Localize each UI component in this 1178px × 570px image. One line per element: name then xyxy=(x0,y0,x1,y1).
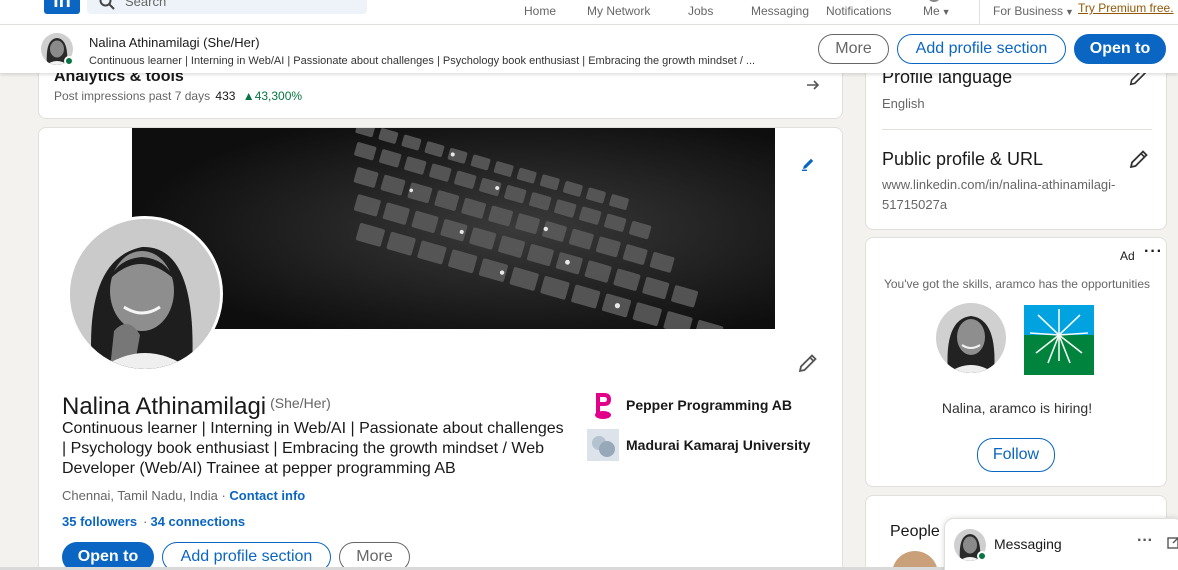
network-stats: 35 followers · 34 connections xyxy=(62,514,246,529)
nav-jobs[interactable]: Jobs xyxy=(688,4,713,18)
edit-url-icon[interactable] xyxy=(1128,148,1150,170)
education-org-name: Madurai Kamaraj University xyxy=(626,437,811,453)
profile-settings-card: Profile language English Public profile … xyxy=(865,62,1167,230)
nav-me-label: Me xyxy=(923,4,940,18)
more-button[interactable]: More xyxy=(339,542,410,570)
aramco-logo-icon[interactable] xyxy=(1024,305,1094,375)
pepper-logo-icon xyxy=(587,389,619,421)
search-placeholder: Search xyxy=(125,0,167,9)
follow-button[interactable]: Follow xyxy=(977,438,1055,472)
chevron-down-icon: ▼ xyxy=(941,7,951,17)
more-options-icon[interactable]: ··· xyxy=(1137,532,1153,550)
more-button[interactable]: More xyxy=(818,34,889,64)
global-nav: in Search Home My Network Jobs Messaging… xyxy=(0,0,1178,24)
open-to-button[interactable]: Open to xyxy=(62,542,154,570)
messaging-bar[interactable]: Messaging ··· xyxy=(944,518,1178,570)
location-text: Chennai, Tamil Nadu, India xyxy=(62,488,218,503)
divider xyxy=(882,129,1152,130)
followers-link[interactable]: 35 followers xyxy=(62,514,137,529)
ad-label: Ad xyxy=(1120,249,1135,263)
profile-card: Nalina Athinamilagi (She/Her) Continuous … xyxy=(38,127,843,570)
search-icon xyxy=(99,0,115,10)
nav-divider xyxy=(979,0,980,24)
public-profile-title: Public profile & URL xyxy=(882,149,1044,169)
nav-me[interactable]: Me ▼ xyxy=(923,0,951,18)
trend-up-icon: ▲ xyxy=(242,89,255,103)
impressions-change-value: 43,300% xyxy=(254,89,303,103)
ad-card: Ad ··· You've got the skills, aramco has… xyxy=(865,237,1167,487)
messaging-title: Messaging xyxy=(994,536,1062,552)
sticky-name: Nalina Athinamilagi (She/Her) xyxy=(89,35,260,50)
profile-banner[interactable] xyxy=(132,128,775,329)
search-bar[interactable]: Search xyxy=(87,0,367,14)
post-impressions[interactable]: Post impressions past 7 days 433 ▲43,300… xyxy=(54,89,302,103)
profile-photo[interactable] xyxy=(67,216,223,372)
sticky-headline: Continuous learner | Interning in Web/AI… xyxy=(89,55,756,67)
people-title: People xyxy=(890,523,940,540)
online-status-icon xyxy=(977,551,987,561)
avatar xyxy=(936,303,1006,373)
experience-org-name: Pepper Programming AB xyxy=(626,397,792,413)
ad-message: Nalina, aramco is hiring! xyxy=(941,400,1093,416)
nav-messaging[interactable]: Messaging xyxy=(751,4,809,18)
chevron-down-icon: ▼ xyxy=(1065,7,1074,17)
online-status-icon xyxy=(64,56,74,66)
connections-link[interactable]: 34 connections xyxy=(150,514,245,529)
public-profile-url[interactable]: www.linkedin.com/in/nalina-athinamilagi-… xyxy=(882,175,1154,215)
impressions-label: Post impressions past 7 days xyxy=(54,89,211,103)
contact-info-link[interactable]: Contact info xyxy=(229,488,305,503)
nav-for-business[interactable]: For Business ▼ xyxy=(993,4,1074,18)
impressions-change: ▲43,300% xyxy=(243,89,302,103)
nav-for-business-label: For Business xyxy=(993,4,1064,18)
pronouns: (She/Her) xyxy=(270,395,331,411)
open-to-button[interactable]: Open to xyxy=(1074,34,1166,64)
arrow-right-icon[interactable] xyxy=(805,77,821,93)
impressions-count: 433 xyxy=(215,89,236,103)
profile-name-text: Nalina Athinamilagi xyxy=(62,393,267,420)
linkedin-logo[interactable]: in xyxy=(44,0,80,14)
add-profile-section-button[interactable]: Add profile section xyxy=(897,34,1066,64)
edit-banner-icon[interactable] xyxy=(800,156,816,172)
ad-tagline: You've got the skills, aramco has the op… xyxy=(883,277,1150,291)
edit-intro-icon[interactable] xyxy=(797,352,819,374)
add-profile-section-button[interactable]: Add profile section xyxy=(162,542,331,570)
sticky-profile-header: Nalina Athinamilagi (She/Her) Continuous… xyxy=(0,24,1178,73)
compose-icon[interactable] xyxy=(1167,535,1178,549)
nav-notifications[interactable]: Notifications xyxy=(826,4,891,18)
more-options-icon[interactable]: ··· xyxy=(1144,243,1163,261)
try-premium-link[interactable]: Try Premium free. xyxy=(1078,1,1174,15)
profile-location: Chennai, Tamil Nadu, India · Contact inf… xyxy=(62,488,306,503)
profile-name: Nalina Athinamilagi (She/Her) xyxy=(62,393,331,421)
profile-headline: Continuous learner | Interning in Web/AI… xyxy=(62,420,564,477)
profile-language-value: English xyxy=(882,96,925,111)
nav-home[interactable]: Home xyxy=(524,4,556,18)
university-logo-icon xyxy=(587,429,619,461)
nav-my-network[interactable]: My Network xyxy=(587,4,650,18)
